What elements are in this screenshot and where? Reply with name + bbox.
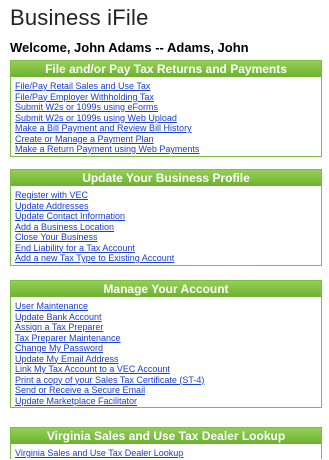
link-tax-preparer-maintenance[interactable]: Tax Preparer Maintenance — [15, 333, 121, 343]
link-secure-email[interactable]: Send or Receive a Secure Email — [15, 385, 145, 395]
section-file-pay: File and/or Pay Tax Returns and Payments… — [10, 60, 322, 157]
link-assign-tax-preparer[interactable]: Assign a Tax Preparer — [15, 322, 103, 332]
link-register-vec[interactable]: Register with VEC — [15, 190, 88, 200]
link-vec-account[interactable]: Link My Tax Account to a VEC Account — [15, 364, 170, 374]
section-business-profile: Update Your Business Profile Register wi… — [10, 169, 322, 266]
link-end-liability[interactable]: End Liability for a Tax Account — [15, 243, 135, 253]
link-update-email[interactable]: Update My Email Address — [15, 354, 119, 364]
link-update-bank-account[interactable]: Update Bank Account — [15, 312, 102, 322]
link-list: Virginia Sales and Use Tax Dealer Lookup — [11, 444, 321, 460]
link-submit-w2-web-upload[interactable]: Submit W2s or 1099s using Web Upload — [15, 113, 177, 123]
section-heading-business-profile: Update Your Business Profile — [11, 170, 321, 186]
link-close-business[interactable]: Close Your Business — [15, 232, 98, 242]
link-add-location[interactable]: Add a Business Location — [15, 222, 114, 232]
link-update-contact[interactable]: Update Contact Information — [15, 211, 125, 221]
link-marketplace-facilitator[interactable]: Update Marketplace Facilitator — [15, 396, 137, 406]
link-file-pay-retail-sales[interactable]: File/Pay Retail Sales and Use Tax — [15, 81, 150, 91]
section-heading-dealer-lookup: Virginia Sales and Use Tax Dealer Lookup — [11, 428, 321, 444]
link-file-pay-withholding[interactable]: File/Pay Employer Withholding Tax — [15, 92, 154, 102]
welcome-message: Welcome, John Adams -- Adams, John — [10, 40, 249, 55]
link-change-password[interactable]: Change My Password — [15, 343, 103, 353]
section-manage-account: Manage Your Account User Maintenance Upd… — [10, 280, 322, 408]
link-return-payment[interactable]: Make a Return Payment using Web Payments — [15, 144, 199, 154]
section-dealer-lookup: Virginia Sales and Use Tax Dealer Lookup… — [10, 427, 322, 459]
app-title: Business iFile — [10, 5, 149, 30]
link-add-tax-type[interactable]: Add a new Tax Type to Existing Account — [15, 253, 174, 263]
section-heading-file-pay: File and/or Pay Tax Returns and Payments — [11, 61, 321, 77]
link-payment-plan[interactable]: Create or Manage a Payment Plan — [15, 134, 154, 144]
link-update-addresses[interactable]: Update Addresses — [15, 201, 89, 211]
link-list: File/Pay Retail Sales and Use Tax File/P… — [11, 77, 321, 156]
section-heading-manage-account: Manage Your Account — [11, 281, 321, 297]
link-list: User Maintenance Update Bank Account Ass… — [11, 297, 321, 407]
link-list: Register with VEC Update Addresses Updat… — [11, 186, 321, 265]
link-print-sales-tax-certificate[interactable]: Print a copy of your Sales Tax Certifica… — [15, 375, 204, 385]
link-bill-payment[interactable]: Make a Bill Payment and Review Bill Hist… — [15, 123, 192, 133]
link-dealer-lookup[interactable]: Virginia Sales and Use Tax Dealer Lookup — [15, 448, 183, 458]
link-user-maintenance[interactable]: User Maintenance — [15, 301, 88, 311]
link-submit-w2-eforms[interactable]: Submit W2s or 1099s using eForms — [15, 102, 158, 112]
